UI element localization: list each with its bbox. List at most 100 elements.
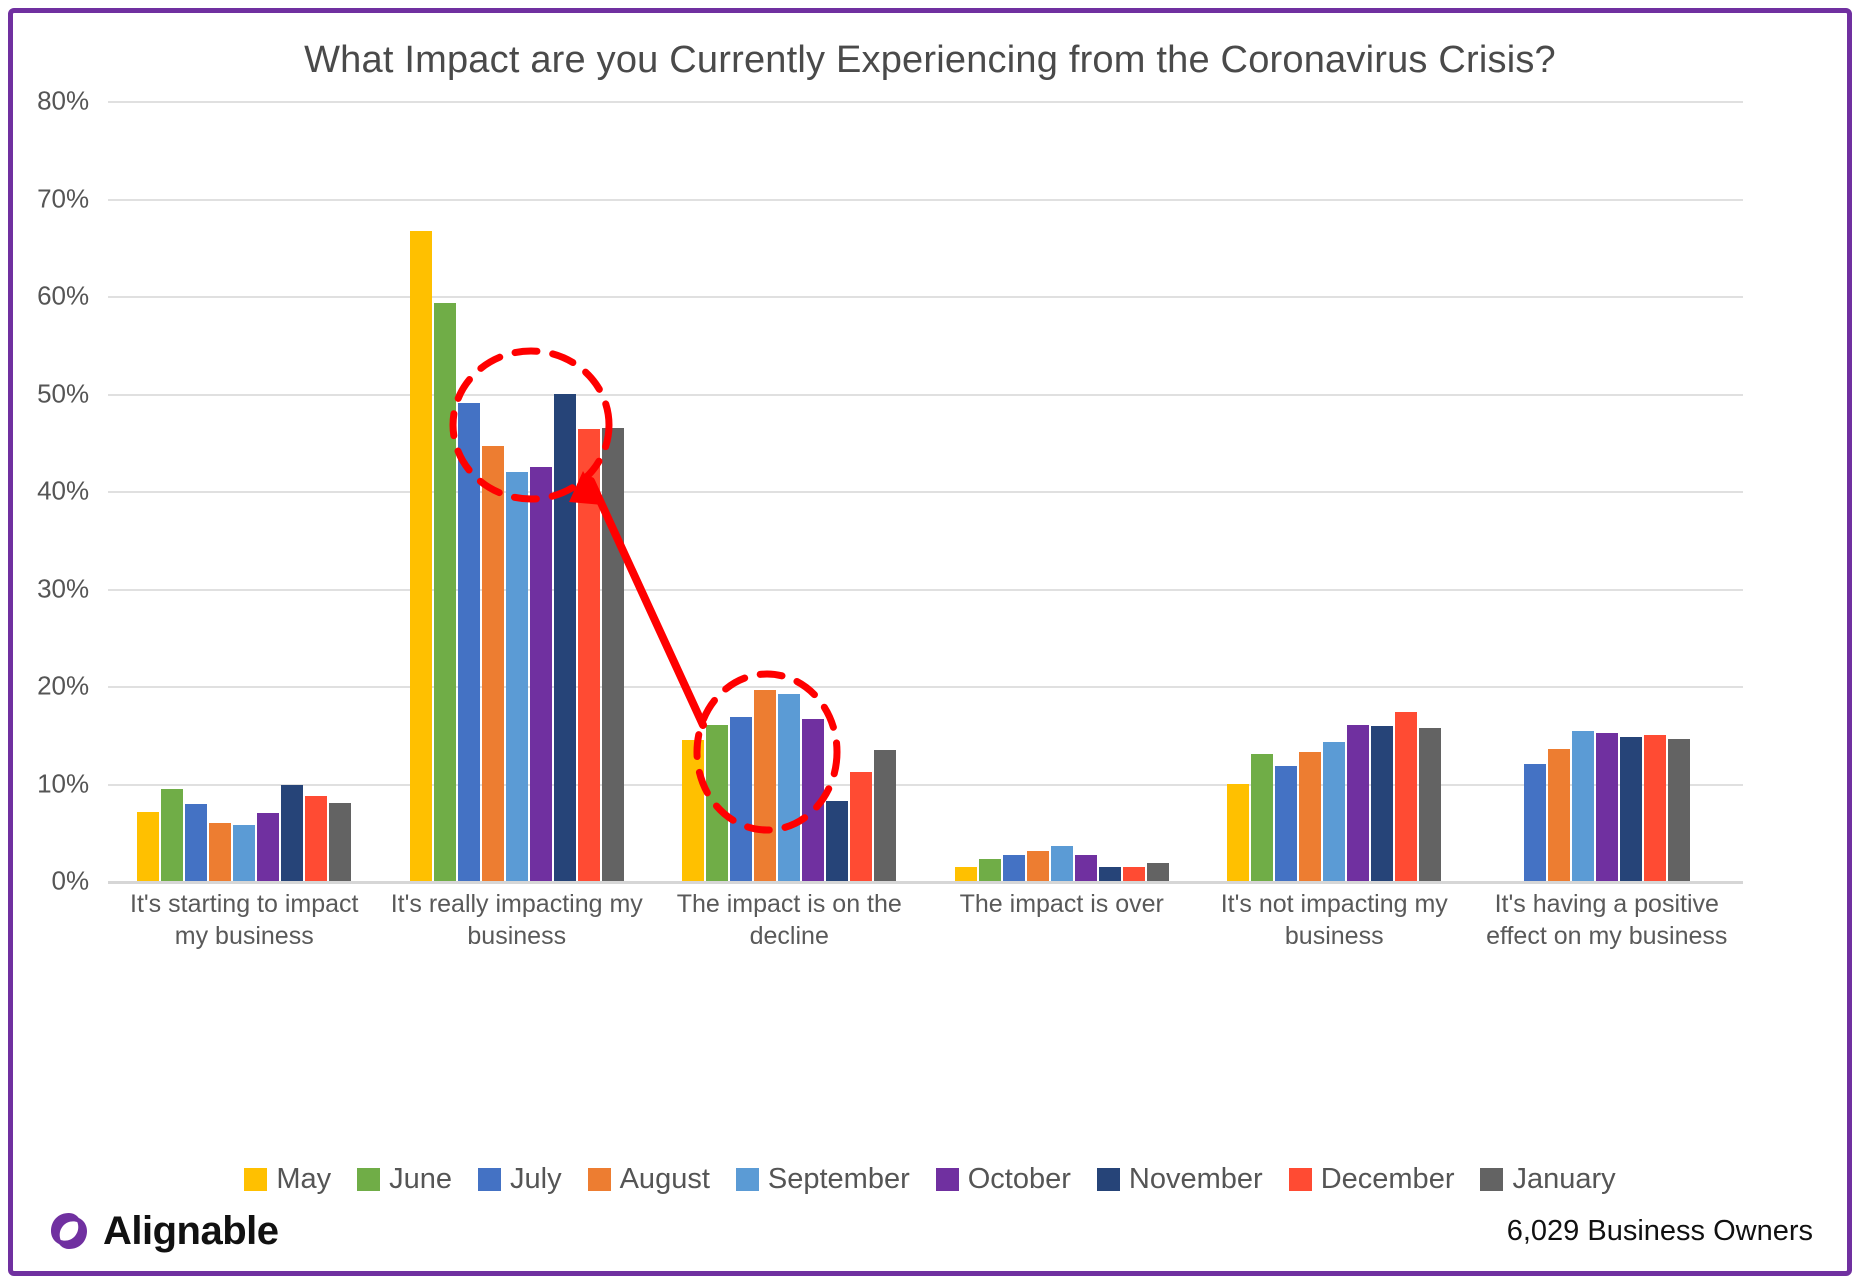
- legend-label: December: [1320, 1163, 1455, 1195]
- legend-label: August: [619, 1163, 710, 1195]
- bar-january[interactable]: [874, 750, 897, 881]
- bar-september[interactable]: [1571, 730, 1594, 881]
- legend-label: July: [510, 1163, 562, 1195]
- bar-july[interactable]: [1523, 764, 1546, 881]
- bar-november[interactable]: [553, 393, 576, 881]
- legend-swatch-icon: [1096, 1168, 1120, 1191]
- legend-label: May: [276, 1163, 332, 1195]
- bar-december[interactable]: [1643, 734, 1666, 881]
- y-axis-tick-label: 20%: [37, 670, 90, 701]
- bar-may[interactable]: [682, 739, 705, 881]
- y-axis-tick-label: 70%: [37, 183, 90, 213]
- legend-item-october[interactable]: October: [935, 1163, 1071, 1196]
- bar-august[interactable]: [1547, 749, 1570, 881]
- legend-swatch-icon: [735, 1168, 759, 1191]
- bar-october[interactable]: [802, 719, 825, 881]
- bar-october[interactable]: [1074, 854, 1097, 881]
- brand-logo: Alignable: [47, 1209, 279, 1254]
- bar-july[interactable]: [1002, 854, 1025, 881]
- legend-label: November: [1128, 1163, 1263, 1195]
- bar-june[interactable]: [706, 725, 729, 881]
- bar-september[interactable]: [1323, 741, 1346, 881]
- bar-january[interactable]: [1419, 727, 1442, 881]
- bar-july[interactable]: [185, 803, 208, 881]
- plot-area: 80% 70% 60% 50% 40% 30% 20% 10% 0%: [37, 86, 1743, 896]
- category-label-0: It's starting to impact my business: [130, 890, 359, 950]
- bar-september[interactable]: [778, 693, 801, 881]
- y-axis-tick-label: 0%: [51, 865, 90, 896]
- bar-june[interactable]: [978, 858, 1001, 881]
- bar-january[interactable]: [329, 803, 352, 881]
- legend-swatch-icon: [1480, 1168, 1504, 1191]
- category-label-3: The impact is over: [959, 890, 1164, 918]
- bar-group: [1198, 101, 1471, 881]
- bar-june[interactable]: [433, 302, 456, 881]
- bar-october[interactable]: [1347, 725, 1370, 881]
- legend-label: September: [767, 1163, 910, 1195]
- chart-footer: Alignable 6,029 Business Owners: [13, 1197, 1847, 1265]
- page-title: What Impact are you Currently Experienci…: [304, 39, 1556, 81]
- legend-item-september[interactable]: September: [735, 1163, 910, 1196]
- gridline: 0%: [52, 866, 1743, 896]
- bar-december[interactable]: [1395, 712, 1418, 881]
- bar-june[interactable]: [1251, 754, 1274, 881]
- bar-august[interactable]: [754, 689, 777, 881]
- bar-may[interactable]: [137, 811, 160, 881]
- category-label-4: It's not impacting my business: [1220, 890, 1448, 950]
- legend-item-january[interactable]: January: [1480, 1163, 1616, 1196]
- legend-item-august[interactable]: August: [587, 1163, 710, 1196]
- category-label-2: The impact is on the decline: [676, 890, 902, 950]
- bar-july[interactable]: [730, 717, 753, 881]
- respondent-count: 6,029 Business Owners: [1506, 1214, 1813, 1247]
- brand-name: Alignable: [103, 1208, 279, 1253]
- bar-december[interactable]: [1122, 867, 1145, 881]
- bar-october[interactable]: [1595, 732, 1618, 881]
- bar-november[interactable]: [1619, 736, 1642, 881]
- legend-item-may[interactable]: May: [244, 1163, 331, 1196]
- bar-september[interactable]: [505, 471, 528, 881]
- y-axis-tick-label: 60%: [37, 280, 90, 311]
- alignable-mark-icon: [51, 1213, 87, 1249]
- bar-june[interactable]: [161, 789, 184, 881]
- bar-september[interactable]: [233, 825, 256, 881]
- category-label-5: It's having a positive effect on my busi…: [1486, 890, 1728, 950]
- legend-swatch-icon: [357, 1168, 381, 1191]
- bar-august[interactable]: [1026, 850, 1049, 881]
- bar-september[interactable]: [1050, 845, 1073, 881]
- y-axis-tick-label: 30%: [37, 573, 90, 603]
- bar-october[interactable]: [257, 812, 280, 881]
- legend-item-december[interactable]: December: [1288, 1163, 1455, 1196]
- bar-may[interactable]: [1227, 783, 1250, 881]
- bar-december[interactable]: [305, 796, 328, 881]
- bar-group: [926, 101, 1199, 881]
- bar-december[interactable]: [850, 771, 873, 881]
- bar-november[interactable]: [826, 801, 849, 881]
- bar-november[interactable]: [281, 785, 304, 881]
- y-axis-tick-label: 80%: [37, 85, 90, 116]
- bar-november[interactable]: [1371, 725, 1394, 881]
- bar-july[interactable]: [1275, 765, 1298, 881]
- bar-may[interactable]: [409, 230, 432, 881]
- legend-label: June: [389, 1163, 453, 1195]
- bar-january[interactable]: [1146, 863, 1169, 881]
- legend-swatch-icon: [935, 1168, 959, 1191]
- bar-may[interactable]: [954, 867, 977, 881]
- bar-groups: [108, 101, 1743, 881]
- bar-october[interactable]: [529, 466, 552, 881]
- bar-august[interactable]: [1299, 752, 1322, 881]
- bar-august[interactable]: [481, 446, 504, 881]
- bar-january[interactable]: [601, 427, 624, 881]
- legend-swatch-icon: [587, 1168, 611, 1191]
- bar-august[interactable]: [209, 822, 232, 881]
- legend-label: January: [1512, 1163, 1616, 1195]
- legend-item-november[interactable]: November: [1096, 1163, 1263, 1196]
- bar-november[interactable]: [1098, 867, 1121, 881]
- category-axis-labels: It's starting to impact my business It's …: [108, 888, 1743, 952]
- bar-july[interactable]: [457, 403, 480, 881]
- bar-december[interactable]: [577, 428, 600, 881]
- legend-item-june[interactable]: June: [357, 1163, 452, 1196]
- legend-item-july[interactable]: July: [478, 1163, 562, 1196]
- bar-january[interactable]: [1667, 738, 1690, 881]
- y-axis-tick-label: 50%: [37, 378, 90, 408]
- legend-swatch-icon: [244, 1168, 268, 1191]
